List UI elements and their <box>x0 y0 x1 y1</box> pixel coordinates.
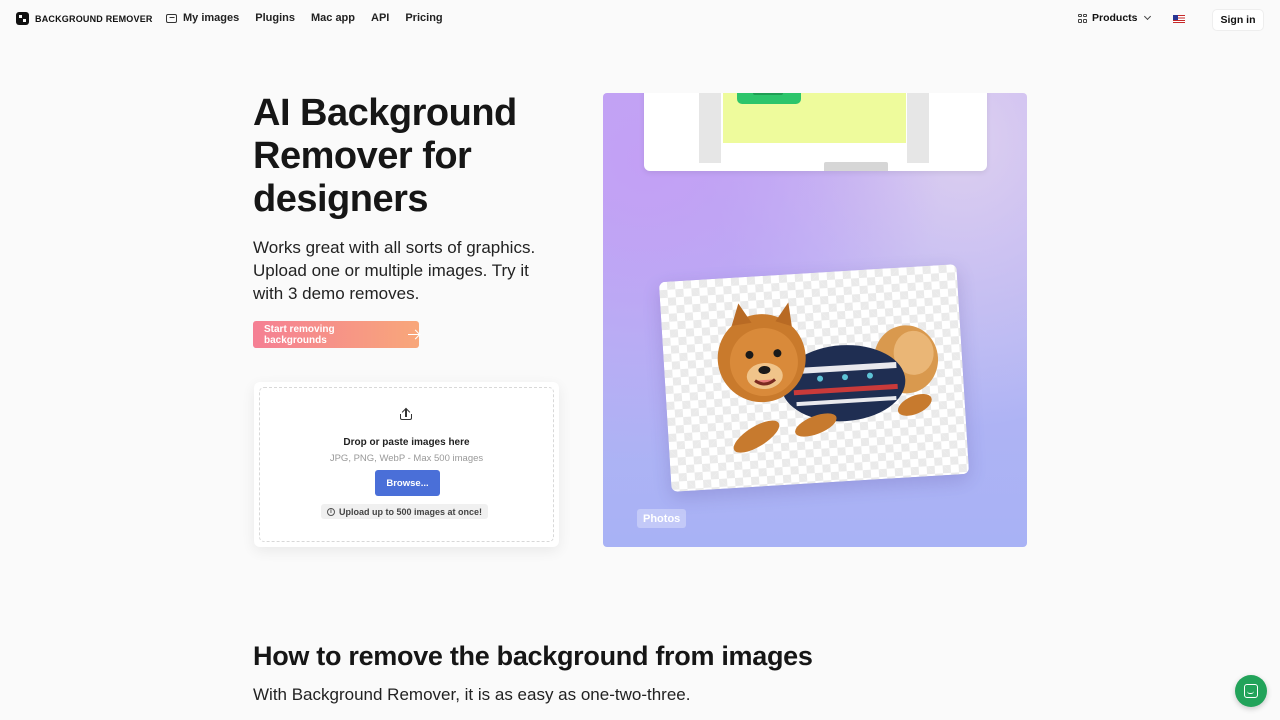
nav-mac-app-label: Mac app <box>310 12 355 24</box>
nav-plugins-label: Plugins <box>255 12 295 24</box>
sign-in-button[interactable]: Sign in <box>1212 9 1264 31</box>
products-label: Products <box>1092 12 1138 24</box>
arrow-right-icon <box>408 333 419 336</box>
dog-photo-card <box>658 264 970 492</box>
upload-hint-text: Upload up to 500 images at once! <box>339 506 483 517</box>
cta-label: Start removing backgrounds <box>264 323 335 346</box>
upload-card: Drop or paste images here JPG, PNG, WebP… <box>254 382 559 547</box>
logo-text: BACKGROUND REMOVER <box>35 13 153 24</box>
hero-title: AI Background Remover for designers <box>253 92 517 220</box>
nav-api-label: API <box>371 12 390 24</box>
nav-api[interactable]: API <box>371 12 389 24</box>
info-icon: i <box>327 507 335 516</box>
logo-icon <box>16 12 29 25</box>
dog-image <box>717 302 939 453</box>
mock-design-window <box>644 93 987 171</box>
nav-mac-app[interactable]: Mac app <box>311 12 355 24</box>
nav-pricing-label: Pricing <box>405 12 443 24</box>
main-nav: My images Plugins Mac app API Pricing <box>166 12 443 24</box>
drop-title: Drop or paste images here <box>343 437 470 448</box>
chat-icon <box>1244 684 1258 698</box>
howto-title: How to remove the background from images <box>253 641 813 671</box>
grid-icon <box>1078 13 1087 23</box>
upload-icon <box>400 407 412 420</box>
nav-my-images[interactable]: My images <box>166 12 239 24</box>
us-flag-icon[interactable] <box>1173 15 1185 23</box>
start-removing-button[interactable]: Start removing backgrounds <box>253 321 419 348</box>
nav-my-images-label: My images <box>183 12 240 24</box>
top-navigation: BACKGROUND REMOVER My images Plugins Mac… <box>0 0 1280 40</box>
nav-plugins[interactable]: Plugins <box>255 12 295 24</box>
dropzone[interactable]: Drop or paste images here JPG, PNG, WebP… <box>259 387 554 542</box>
showcase-panel: Photos <box>603 93 1027 547</box>
image-icon <box>166 13 177 23</box>
upload-hint: i Upload up to 500 images at once! <box>321 504 489 519</box>
chevron-down-icon <box>1143 12 1151 21</box>
photos-badge: Photos <box>637 509 687 528</box>
hero-subtitle: Works great with all sorts of graphics. … <box>253 238 536 303</box>
products-menu[interactable]: Products <box>1078 12 1151 24</box>
chat-button[interactable] <box>1235 675 1267 707</box>
browse-button[interactable]: Browse... <box>375 470 440 496</box>
logo[interactable]: BACKGROUND REMOVER <box>16 12 153 25</box>
drop-formats: JPG, PNG, WebP - Max 500 images <box>329 453 484 464</box>
nav-pricing[interactable]: Pricing <box>405 12 442 24</box>
howto-subtitle: With Background Remover, it is as easy a… <box>253 685 691 704</box>
